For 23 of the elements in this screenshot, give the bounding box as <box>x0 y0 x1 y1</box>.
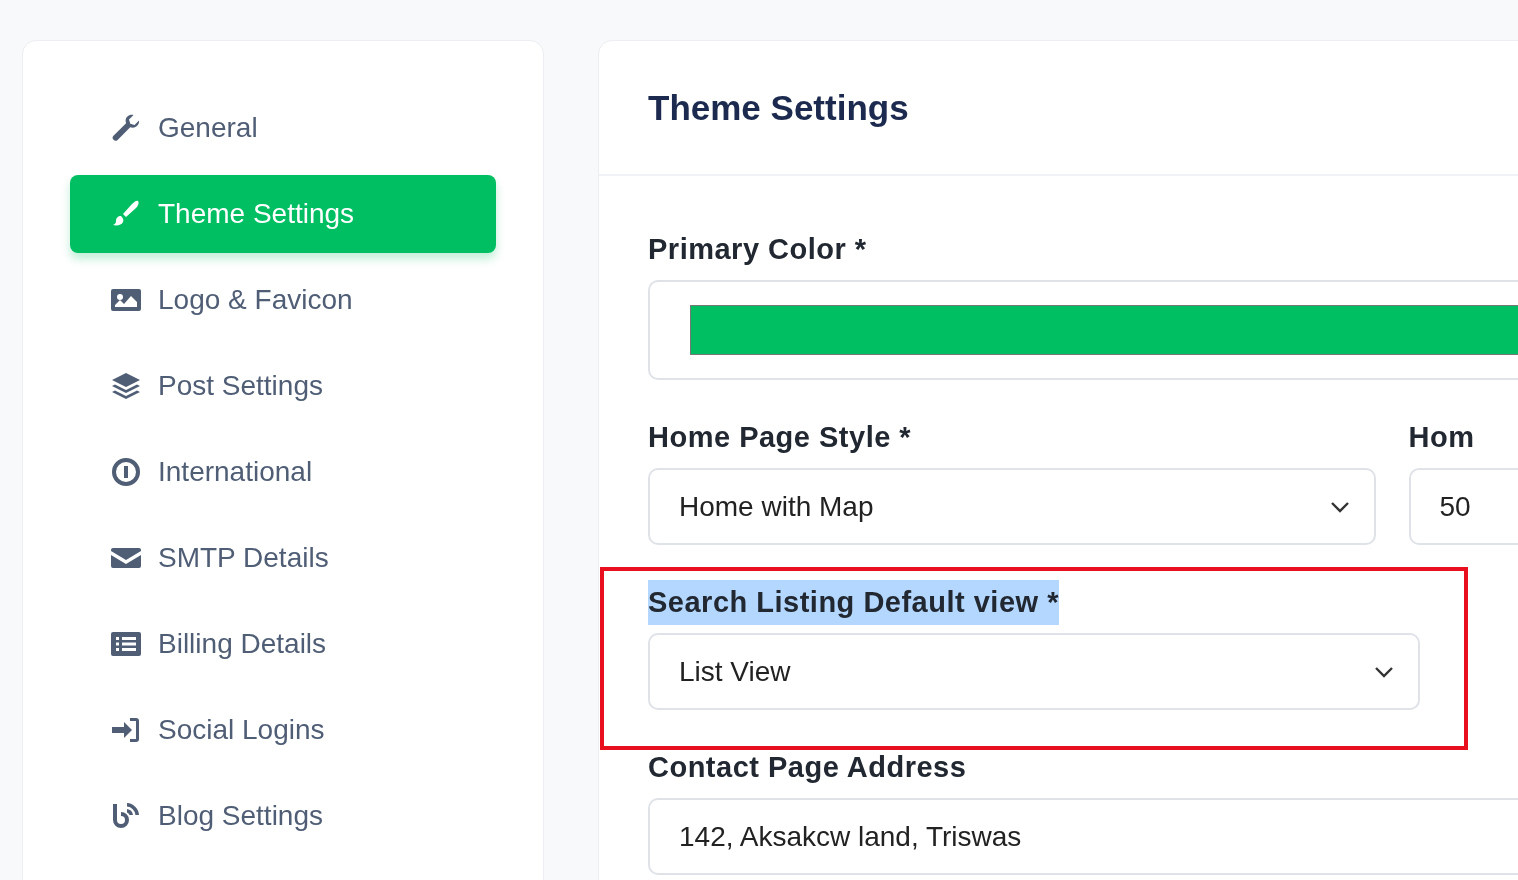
field-label: Search Listing Default view * <box>648 579 1059 625</box>
sidebar-item[interactable]: Billing Details <box>70 605 496 683</box>
sidebar-item[interactable]: Post Settings <box>70 347 496 425</box>
panel-title: Theme Settings <box>648 87 909 128</box>
sidebar-item[interactable]: International <box>70 433 496 511</box>
sidebar-item[interactable]: General <box>70 89 496 167</box>
color-field[interactable] <box>648 280 1518 380</box>
select-field[interactable]: Home with Map <box>648 468 1376 545</box>
field-label: Home Page Style * <box>648 419 912 455</box>
sidebar-item[interactable]: Logo & Favicon <box>70 261 496 339</box>
sidebar-item[interactable]: SMTP Details <box>70 519 496 597</box>
wrench-icon <box>110 112 142 144</box>
select-field[interactable]: List View <box>648 633 1420 710</box>
field-label: Hom <box>1408 419 1475 455</box>
chevron-down-icon <box>1374 665 1394 678</box>
chevron-down-icon <box>1329 500 1350 513</box>
layers-icon <box>110 370 142 402</box>
field-label: Primary Color * <box>648 231 867 267</box>
input-field[interactable]: 50 <box>1408 468 1518 545</box>
field-label: Contact Page Address <box>648 749 967 785</box>
sidebar-item[interactable]: Blog Settings <box>70 777 496 855</box>
sidebar-item[interactable]: Social Logins <box>70 691 496 769</box>
input-field[interactable]: 142, Aksakcw land, Triswas <box>648 798 1518 875</box>
